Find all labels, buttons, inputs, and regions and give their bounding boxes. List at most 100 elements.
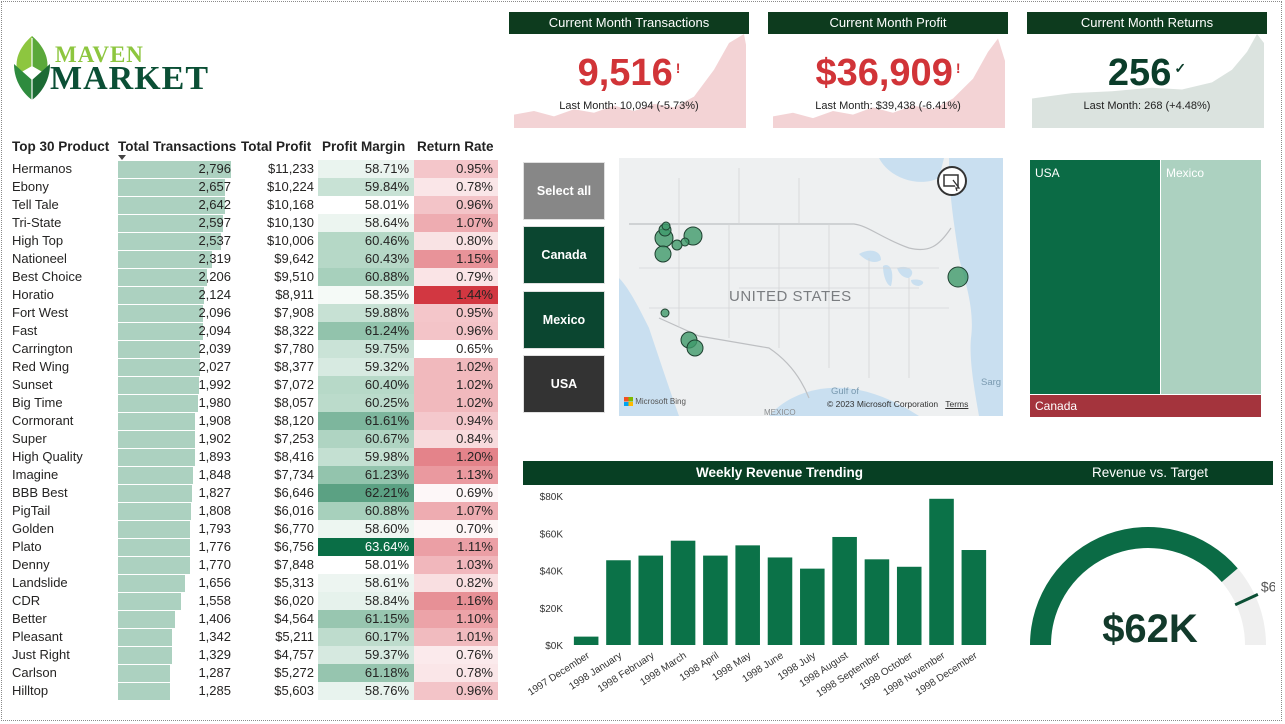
revenue-bar[interactable]	[703, 555, 728, 645]
table-row[interactable]: Sunset 1,992 $7,072 60.40% 1.02%	[8, 376, 500, 394]
transactions-bar	[118, 647, 172, 664]
treemap-cell-usa[interactable]: USA	[1030, 160, 1160, 394]
table-row[interactable]: Plato 1,776 $6,756 63.64% 1.11%	[8, 538, 500, 556]
table-row[interactable]: Landslide 1,656 $5,313 58.61% 0.82%	[8, 574, 500, 592]
store-bubble[interactable]	[686, 339, 704, 357]
table-row[interactable]: Carrington 2,039 $7,780 59.75% 0.65%	[8, 340, 500, 358]
return-rate-cell: 0.95%	[414, 160, 498, 178]
table-row[interactable]: Denny 1,770 $7,848 58.01% 1.03%	[8, 556, 500, 574]
return-rate-cell: 1.07%	[414, 502, 498, 520]
terms-link[interactable]: Terms	[945, 399, 968, 409]
revenue-bar[interactable]	[800, 568, 825, 645]
transactions-cell: 2,027	[118, 358, 231, 376]
transactions-bar	[118, 431, 195, 448]
transactions-cell: 1,893	[118, 448, 231, 466]
transactions-bar	[118, 593, 181, 610]
col-header-margin[interactable]: Profit Margin	[322, 139, 405, 154]
table-row[interactable]: Hermanos 2,796 $11,233 58.71% 0.95%	[8, 160, 500, 178]
col-header-return-rate[interactable]: Return Rate	[417, 139, 494, 154]
table-row[interactable]: High Quality 1,893 $8,416 59.98% 1.20%	[8, 448, 500, 466]
table-row[interactable]: Ebony 2,657 $10,224 59.84% 0.78%	[8, 178, 500, 196]
profit-cell: $8,911	[275, 287, 314, 302]
table-row[interactable]: Red Wing 2,027 $8,377 59.32% 1.02%	[8, 358, 500, 376]
revenue-bar[interactable]	[606, 560, 631, 645]
return-rate-cell: 1.15%	[414, 250, 498, 268]
slicer-button-select-all[interactable]: Select all	[523, 162, 605, 220]
transactions-cell: 1,656	[118, 574, 231, 592]
table-row[interactable]: Better 1,406 $4,564 61.15% 1.10%	[8, 610, 500, 628]
table-row[interactable]: Hilltop 1,285 $5,603 58.76% 0.96%	[8, 682, 500, 700]
map-focus-mode-icon[interactable]	[937, 166, 967, 196]
revenue-bar[interactable]	[670, 540, 696, 645]
revenue-bar[interactable]	[929, 498, 954, 645]
table-row[interactable]: Just Right 1,329 $4,757 59.37% 0.76%	[8, 646, 500, 664]
store-bubble[interactable]	[671, 239, 683, 251]
map-copyright: © 2023 Microsoft Corporation Terms	[827, 399, 969, 409]
margin-cell: 60.25%	[318, 394, 414, 412]
product-name: Better	[12, 611, 47, 626]
transactions-bar	[118, 467, 193, 484]
transactions-bar	[118, 683, 170, 700]
transactions-value: 1,893	[198, 449, 231, 464]
slicer-button-mexico[interactable]: Mexico	[523, 291, 605, 349]
revenue-bar[interactable]	[573, 636, 599, 645]
transactions-value: 1,776	[198, 539, 231, 554]
treemap-cell-canada[interactable]: Canada	[1030, 395, 1261, 417]
profit-cell: $6,016	[274, 503, 314, 518]
table-row[interactable]: Cormorant 1,908 $8,120 61.61% 0.94%	[8, 412, 500, 430]
revenue-bar[interactable]	[735, 545, 760, 645]
transactions-value: 1,827	[198, 485, 231, 500]
table-row[interactable]: Super 1,902 $7,253 60.67% 0.84%	[8, 430, 500, 448]
product-name: Red Wing	[12, 359, 70, 374]
table-row[interactable]: Nationeel 2,319 $9,642 60.43% 1.15%	[8, 250, 500, 268]
store-bubble[interactable]	[680, 237, 690, 247]
table-row[interactable]: Fast 2,094 $8,322 61.24% 0.96%	[8, 322, 500, 340]
profit-cell: $6,646	[274, 485, 314, 500]
col-header-transactions[interactable]: Total Transactions	[118, 139, 236, 154]
table-row[interactable]: Horatio 2,124 $8,911 58.35% 1.44%	[8, 286, 500, 304]
kpi-subtext: Last Month: 268 (+4.48%)	[1083, 100, 1211, 112]
table-row[interactable]: Best Choice 2,206 $9,510 60.88% 0.79%	[8, 268, 500, 286]
margin-cell: 60.88%	[318, 268, 414, 286]
table-row[interactable]: Tell Tale 2,642 $10,168 58.01% 0.96%	[8, 196, 500, 214]
product-name: High Top	[12, 233, 64, 248]
table-row[interactable]: Imagine 1,848 $7,734 61.23% 1.13%	[8, 466, 500, 484]
return-rate-cell: 1.11%	[414, 538, 498, 556]
table-row[interactable]: Tri-State 2,597 $10,130 58.64% 1.07%	[8, 214, 500, 232]
revenue-bar[interactable]	[767, 557, 793, 645]
margin-cell: 58.84%	[318, 592, 414, 610]
profit-cell: $5,272	[274, 665, 314, 680]
treemap-cell-mexico[interactable]: Mexico	[1161, 160, 1261, 394]
revenue-bar[interactable]	[832, 536, 857, 645]
table-row[interactable]: Big Time 1,980 $8,057 60.25% 1.02%	[8, 394, 500, 412]
profit-cell: $10,224	[267, 179, 314, 194]
slicer-button-usa[interactable]: USA	[523, 355, 605, 413]
table-row[interactable]: Carlson 1,287 $5,272 61.18% 0.78%	[8, 664, 500, 682]
transactions-value: 1,285	[198, 683, 231, 698]
transactions-bar	[118, 503, 191, 520]
revenue-bar[interactable]	[896, 566, 922, 645]
store-map[interactable]: UNITED STATES Gulf of MEXICO Sarg Micros…	[619, 158, 1003, 416]
table-row[interactable]: Golden 1,793 $6,770 58.60% 0.70%	[8, 520, 500, 538]
slicer-button-canada[interactable]: Canada	[523, 226, 605, 284]
table-row[interactable]: BBB Best 1,827 $6,646 62.21% 0.69%	[8, 484, 500, 502]
revenue-bar[interactable]	[638, 555, 664, 645]
store-bubble[interactable]	[660, 308, 670, 318]
margin-cell: 58.76%	[318, 682, 414, 700]
kpi-subtext: Last Month: $39,438 (-6.41%)	[815, 100, 961, 112]
store-bubble[interactable]	[947, 266, 969, 288]
table-row[interactable]: CDR 1,558 $6,020 58.84% 1.16%	[8, 592, 500, 610]
y-tick-label: $0K	[545, 641, 563, 652]
col-header-profit[interactable]: Total Profit	[241, 139, 311, 154]
table-row[interactable]: Pleasant 1,342 $5,211 60.17% 1.01%	[8, 628, 500, 646]
col-header-product[interactable]: Top 30 Product	[12, 139, 109, 154]
store-bubble[interactable]	[661, 221, 671, 231]
kpi-subtext: Last Month: 10,094 (-5.73%)	[559, 100, 699, 112]
store-bubble[interactable]	[654, 245, 672, 263]
table-row[interactable]: High Top 2,537 $10,006 60.46% 0.80%	[8, 232, 500, 250]
table-row[interactable]: PigTail 1,808 $6,016 60.88% 1.07%	[8, 502, 500, 520]
revenue-bar[interactable]	[864, 559, 890, 645]
revenue-bar[interactable]	[961, 550, 987, 645]
transactions-cell: 2,096	[118, 304, 231, 322]
table-row[interactable]: Fort West 2,096 $7,908 59.88% 0.95%	[8, 304, 500, 322]
